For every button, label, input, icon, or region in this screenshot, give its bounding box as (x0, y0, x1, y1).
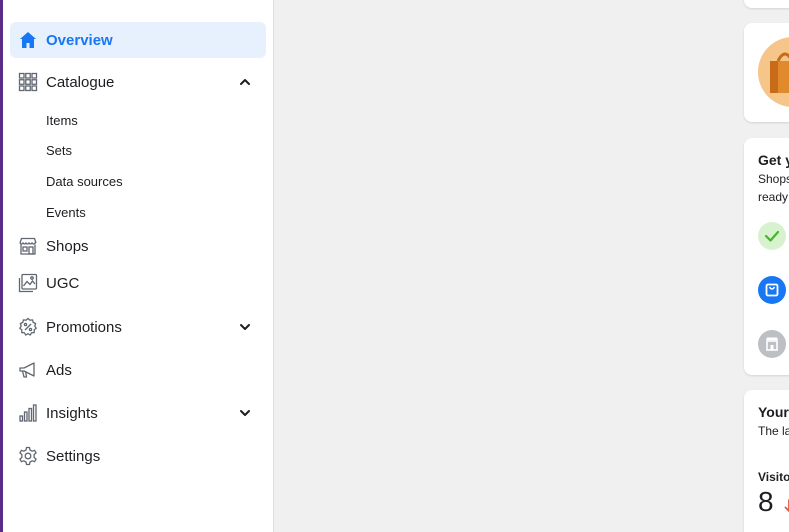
shopping-bag-step-icon[interactable] (758, 276, 786, 304)
arrow-down-icon (784, 498, 789, 514)
gear-icon (18, 446, 38, 466)
stats-card-subtitle: The la (758, 424, 789, 438)
sidebar-subitem-events[interactable]: Events (46, 205, 86, 220)
chevron-down-icon[interactable] (238, 406, 252, 420)
home-icon (18, 30, 38, 50)
storefront-icon (18, 236, 38, 256)
stats-card: Your The la Visito 8 (744, 390, 789, 532)
app-frame: Overview Catalogue Items Sets Data sourc… (0, 0, 789, 532)
sidebar-item-label: Promotions (46, 318, 122, 336)
sidebar: Overview Catalogue Items Sets Data sourc… (3, 0, 274, 532)
sidebar-item-label: Insights (46, 404, 98, 422)
shopping-bag-icon (758, 37, 789, 107)
sidebar-item-promotions[interactable]: Promotions (10, 309, 266, 345)
chevron-up-icon[interactable] (238, 75, 252, 89)
percent-badge-icon (18, 317, 38, 337)
check-icon (758, 222, 786, 250)
chevron-down-icon[interactable] (238, 320, 252, 334)
visitors-label: Visito (758, 470, 789, 484)
sidebar-item-insights[interactable]: Insights (10, 395, 266, 431)
sidebar-item-label: Ads (46, 361, 72, 379)
sidebar-item-shops[interactable]: Shops (10, 228, 266, 264)
sidebar-item-label: Overview (46, 31, 113, 49)
image-gallery-icon (18, 273, 38, 293)
sidebar-item-label: UGC (46, 274, 80, 292)
storefront-step-icon (758, 330, 786, 358)
sidebar-item-settings[interactable]: Settings (10, 438, 266, 474)
setup-card-text-line1: Shops (758, 172, 789, 186)
sidebar-item-label: Catalogue (46, 73, 115, 91)
sidebar-item-overview[interactable]: Overview (10, 22, 266, 58)
sidebar-subitem-sets[interactable]: Sets (46, 143, 72, 158)
sidebar-item-ads[interactable]: Ads (10, 352, 266, 388)
bar-chart-icon (18, 403, 38, 423)
visitors-value: 8 (758, 486, 774, 517)
stats-card-title: Your (758, 404, 789, 420)
top-card (744, 0, 789, 8)
sidebar-subitem-data-sources[interactable]: Data sources (46, 174, 123, 189)
sidebar-item-label: Settings (46, 447, 101, 465)
sidebar-subitem-items[interactable]: Items (46, 113, 78, 128)
grid-icon (18, 72, 38, 92)
sidebar-item-label: Shops (46, 237, 89, 255)
setup-card-title: Get y (758, 152, 789, 168)
setup-card-text-line2: ready (758, 190, 789, 204)
sidebar-item-ugc[interactable]: UGC (10, 265, 266, 301)
setup-card: Get y Shops ready (744, 138, 789, 375)
sidebar-item-catalogue[interactable]: Catalogue (10, 64, 266, 100)
shop-illustration-card (744, 23, 789, 122)
megaphone-icon (18, 360, 38, 380)
